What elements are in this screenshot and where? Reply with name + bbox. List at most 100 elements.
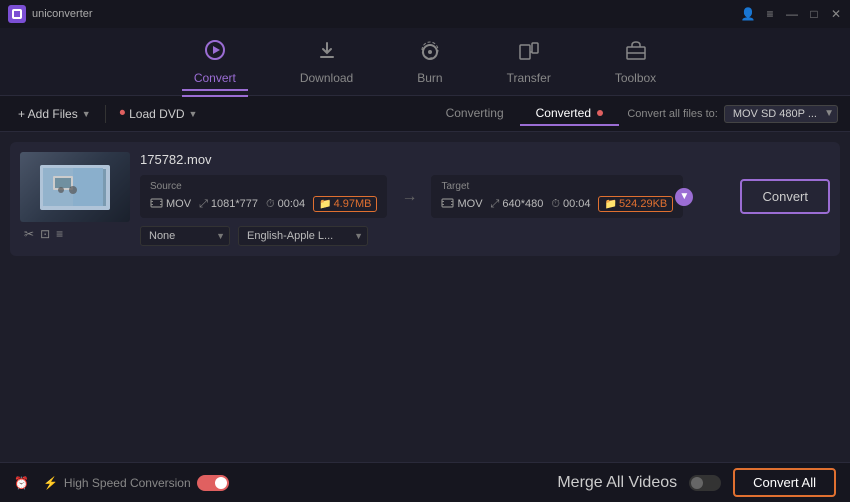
target-box: Target [431, 175, 683, 218]
load-dvd-button[interactable]: ⏺ Load DVD ▼ [114, 104, 204, 124]
speed-toggle[interactable] [197, 475, 229, 491]
merge-toggle[interactable] [689, 475, 721, 491]
app-name: uniconverter [32, 8, 93, 20]
main-content: ✂ ⊡ ≡ 175782.mov Source [0, 132, 850, 462]
speed-icon: ⚡ [43, 476, 58, 490]
target-size-badge: 📁 524.29KB [598, 196, 673, 212]
file-info: 175782.mov Source [140, 152, 830, 246]
source-size: 4.97MB [334, 198, 372, 210]
nav-toolbox-wrap: Toolbox [603, 33, 668, 91]
toolbar-left: + Add Files ▼ ⏺ Load DVD ▼ [12, 104, 422, 124]
nav-transfer[interactable]: Transfer [495, 33, 563, 91]
nav-convert[interactable]: Convert [182, 33, 248, 91]
close-button[interactable]: ✕ [830, 8, 842, 20]
add-files-arrow: ▼ [82, 109, 91, 119]
app-logo [8, 5, 26, 23]
source-format-item: MOV [150, 197, 191, 212]
nav-download-label: Download [300, 71, 353, 85]
nav-download-wrap: Download [288, 33, 365, 91]
format-arrow-icon: ▼ [824, 108, 834, 119]
toolbar-separator-1 [105, 105, 106, 123]
schedule-item[interactable]: ⏰ [14, 476, 29, 490]
crop-icon[interactable]: ⊡ [40, 227, 50, 241]
target-meta: MOV ⤢ 640*480 ⏱ 00:04 📁 524.29KB [441, 196, 673, 212]
target-label: Target [441, 181, 673, 192]
toolbar-right: Convert all files to: MOV SD 480P ... ▼ [627, 105, 838, 123]
download-nav-icon [316, 39, 338, 67]
subtitle-value: None [149, 230, 175, 242]
toggle-thumb [215, 477, 227, 489]
source-size-badge: 📁 4.97MB [313, 196, 377, 212]
clock-icon-source: ⏱ [266, 198, 275, 211]
tab-converting[interactable]: Converting [430, 102, 520, 126]
nav-download[interactable]: Download [288, 33, 365, 91]
title-bar-right: 👤 ≡ — □ ✕ [742, 8, 842, 20]
convert-all-to-label: Convert all files to: [627, 108, 717, 120]
convert-button[interactable]: Convert [740, 179, 830, 214]
load-dvd-icon: ⏺ [120, 107, 126, 120]
file-thumbnail [20, 152, 130, 222]
alarm-icon: ⏰ [14, 476, 29, 490]
target-expand-button[interactable]: ▼ [675, 188, 693, 206]
thumb-screen [40, 165, 110, 210]
nav-convert-label: Convert [194, 71, 236, 85]
nav-burn-label: Burn [417, 71, 442, 85]
nav-bar: Convert Download Burn [0, 28, 850, 96]
nav-toolbox[interactable]: Toolbox [603, 33, 668, 91]
burn-nav-icon [419, 39, 441, 67]
audio-select[interactable]: English-Apple L... [238, 226, 368, 246]
target-dur-item: ⏱ 00:04 [551, 198, 590, 211]
toolbar-tabs: Converting Converted [430, 102, 620, 126]
merge-label: Merge All Videos [557, 474, 677, 492]
subtitle-select-wrap: None ▼ [140, 226, 230, 246]
conversion-row: Source [140, 175, 830, 218]
add-files-label: + Add Files [18, 107, 78, 121]
folder-icon-target: 📁 [604, 199, 616, 210]
thumb-controls: ✂ ⊡ ≡ [20, 227, 130, 241]
target-format: MOV [457, 198, 482, 210]
converted-dot [597, 110, 603, 116]
source-box: Source [140, 175, 387, 218]
nav-burn[interactable]: Burn [405, 33, 454, 91]
load-dvd-label: Load DVD [129, 107, 184, 121]
title-bar: uniconverter 👤 ≡ — □ ✕ [0, 0, 850, 28]
format-select-wrap: MOV SD 480P ... ▼ [724, 105, 838, 123]
menu-icon[interactable]: ≡ [764, 8, 776, 20]
bottom-right: Merge All Videos Convert All [557, 468, 836, 497]
nav-toolbox-label: Toolbox [615, 71, 656, 85]
settings-list-icon[interactable]: ≡ [56, 227, 63, 241]
source-res: 1081*777 [211, 198, 258, 210]
tab-converted[interactable]: Converted [520, 102, 620, 126]
resize-icon-target: ⤢ [491, 198, 500, 211]
bottom-bar: ⏰ ⚡ High Speed Conversion Merge All Vide… [0, 462, 850, 502]
source-dur-item: ⏱ 00:04 [266, 198, 305, 211]
subtitle-row: None ▼ English-Apple L... ▼ [140, 226, 830, 246]
file-item: ✂ ⊡ ≡ 175782.mov Source [10, 142, 840, 256]
format-select[interactable]: MOV SD 480P ... [724, 105, 838, 123]
scissors-icon[interactable]: ✂ [24, 227, 34, 241]
add-files-button[interactable]: + Add Files ▼ [12, 104, 97, 124]
toolbar: + Add Files ▼ ⏺ Load DVD ▼ Converting Co… [0, 96, 850, 132]
speed-label: High Speed Conversion [64, 476, 191, 490]
user-icon[interactable]: 👤 [742, 8, 754, 20]
resize-icon-source: ⤢ [199, 198, 208, 211]
source-meta: MOV ⤢ 1081*777 ⏱ 00:04 📁 4.97MB [150, 196, 377, 212]
toolbox-nav-icon [625, 39, 647, 67]
transfer-nav-icon [518, 39, 540, 67]
bottom-left: ⏰ ⚡ High Speed Conversion [14, 475, 229, 491]
minimize-button[interactable]: — [786, 8, 798, 20]
maximize-button[interactable]: □ [808, 8, 820, 20]
nav-transfer-wrap: Transfer [495, 33, 563, 91]
folder-icon-source: 📁 [319, 199, 331, 210]
merge-toggle-thumb [691, 477, 703, 489]
conversion-arrow-icon: → [397, 188, 421, 206]
nav-burn-wrap: Burn [405, 33, 454, 91]
file-name: 175782.mov [140, 152, 830, 167]
target-format-item: MOV [441, 197, 482, 212]
convert-nav-icon [204, 39, 226, 67]
source-label: Source [150, 181, 377, 192]
target-res: 640*480 [502, 198, 543, 210]
load-dvd-arrow: ▼ [189, 109, 198, 119]
convert-all-button[interactable]: Convert All [733, 468, 836, 497]
subtitle-select[interactable]: None [140, 226, 230, 246]
